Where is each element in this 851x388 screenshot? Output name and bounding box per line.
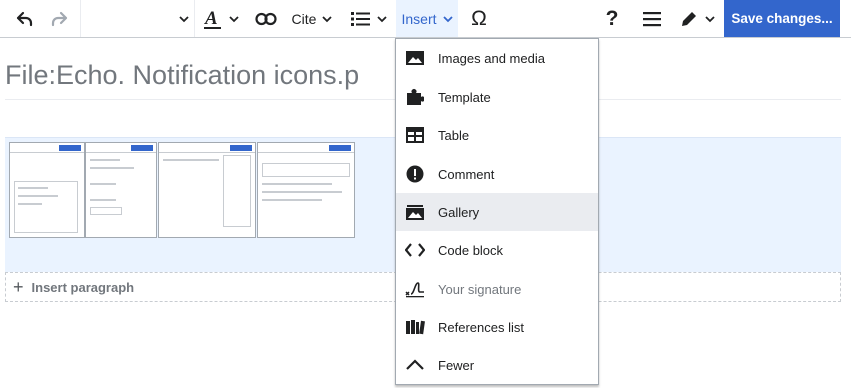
gallery-icon [405, 202, 425, 222]
toolbar-separator [194, 0, 195, 37]
help-icon: ? [605, 6, 619, 30]
omega-icon: Ω [471, 6, 487, 30]
redo-icon [51, 11, 68, 26]
list-button[interactable] [346, 0, 392, 37]
toolbar-separator [80, 0, 81, 37]
gallery-thumbnail[interactable] [257, 142, 355, 238]
page-options-button[interactable] [638, 0, 666, 37]
redo-button[interactable] [42, 0, 78, 37]
code-icon [405, 240, 425, 260]
signature-icon [405, 279, 425, 299]
menu-item-label: Code block [438, 242, 504, 258]
edit-mode-button[interactable] [674, 0, 720, 37]
chevron-down-icon [705, 15, 715, 22]
alert-icon [405, 164, 425, 184]
undo-button[interactable] [6, 0, 42, 37]
image-icon [405, 48, 425, 68]
menu-item-your-signature[interactable]: Your signature [396, 270, 598, 308]
menu-item-references-list[interactable]: References list [396, 308, 598, 346]
menu-item-label: Comment [438, 166, 495, 182]
help-button[interactable]: ? [598, 0, 626, 37]
menu-item-label: Images and media [438, 50, 545, 66]
text-style-icon: A [204, 8, 221, 29]
special-character-button[interactable]: Ω [462, 0, 496, 37]
page-title: File:Echo. Notification icons.p [5, 60, 360, 90]
chevron-down-icon [229, 15, 239, 22]
chevron-down-icon [322, 15, 333, 22]
insert-label: Insert [401, 10, 437, 27]
menu-item-table[interactable]: Table [396, 116, 598, 154]
chevron-down-icon [377, 15, 387, 22]
cite-label: Cite [291, 10, 317, 27]
menu-item-label: Your signature [438, 281, 522, 297]
references-icon [405, 317, 425, 337]
insert-paragraph-label: Insert paragraph [31, 279, 135, 295]
chevron-down-icon [442, 15, 453, 22]
menu-item-label: References list [438, 319, 524, 335]
undo-icon [16, 11, 33, 26]
gallery-thumbnail[interactable] [158, 142, 256, 238]
table-icon [405, 125, 425, 145]
menu-item-gallery[interactable]: Gallery [396, 193, 598, 231]
menu-item-images-and-media[interactable]: Images and media [396, 39, 598, 77]
menu-item-label: Gallery [438, 204, 480, 220]
puzzle-icon [405, 87, 425, 107]
hamburger-icon [643, 11, 661, 26]
paragraph-format-dropdown[interactable] [170, 0, 192, 37]
gallery-thumbnail[interactable] [85, 142, 157, 238]
chevron-up-icon [405, 355, 425, 375]
cite-button[interactable]: Cite [288, 0, 336, 37]
menu-item-label: Template [438, 89, 491, 105]
insert-menu: Images and media Template Table Comment … [395, 38, 599, 385]
plus-icon: + [13, 276, 24, 297]
save-changes-button[interactable]: Save changes... [724, 0, 840, 37]
svg-text:A: A [204, 8, 218, 29]
pencil-icon [682, 11, 696, 26]
menu-item-template[interactable]: Template [396, 78, 598, 116]
link-button[interactable] [250, 0, 282, 37]
menu-item-code-block[interactable]: Code block [396, 231, 598, 269]
gallery-thumbnail[interactable] [9, 142, 85, 238]
menu-item-fewer[interactable]: Fewer [396, 346, 598, 384]
menu-item-comment[interactable]: Comment [396, 155, 598, 193]
insert-menu-button[interactable]: Insert [396, 0, 458, 37]
menu-item-label: Fewer [438, 357, 475, 373]
text-style-button[interactable]: A [198, 0, 244, 37]
chevron-down-icon [179, 15, 189, 22]
bullet-list-icon [351, 11, 370, 26]
menu-item-label: Table [438, 127, 470, 143]
link-icon [255, 12, 277, 25]
editor-toolbar: A Cite Insert Ω ? Save changes... [0, 0, 851, 38]
